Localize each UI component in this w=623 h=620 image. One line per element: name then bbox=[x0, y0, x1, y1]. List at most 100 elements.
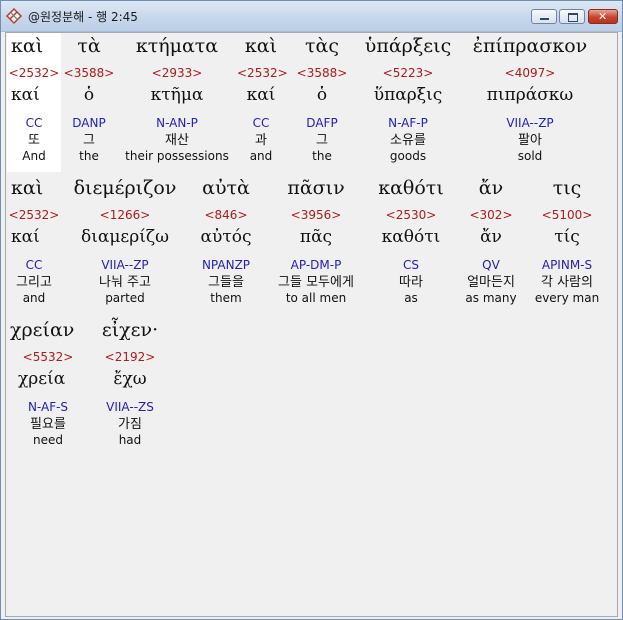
parse-view[interactable]: καὶ <2532> καί CC 또 And τὰ <3588> ὁ DANP… bbox=[5, 32, 618, 617]
strong-number[interactable]: <846> bbox=[188, 207, 264, 223]
korean-gloss: 얼마든지 bbox=[467, 275, 515, 290]
strong-number[interactable]: <2532> bbox=[6, 207, 62, 223]
parse-code: AP-DM-P bbox=[290, 258, 342, 272]
scripture-parse-app-icon[interactable] bbox=[5, 7, 23, 25]
english-gloss: the bbox=[312, 149, 332, 163]
lemma: καί bbox=[11, 85, 40, 105]
greek-word: καὶ bbox=[11, 35, 44, 57]
maximize-icon bbox=[568, 13, 578, 22]
korean-gloss: 과 bbox=[255, 133, 267, 148]
parse-code: CS bbox=[403, 258, 419, 272]
parse-code: CC bbox=[25, 258, 43, 272]
english-gloss: sold bbox=[517, 149, 543, 163]
parse-code: CC bbox=[25, 116, 43, 130]
greek-word: ἐπίπρασκον bbox=[472, 35, 588, 57]
korean-gloss: 팔아 bbox=[518, 133, 542, 148]
parse-code: DAFP bbox=[306, 116, 338, 130]
word-block[interactable]: ἄν <302> ἄν QV 얼마든지 as many bbox=[458, 175, 524, 306]
english-gloss: their possessions bbox=[125, 149, 229, 163]
lemma: τίς bbox=[554, 227, 580, 247]
greek-word: καθότι bbox=[378, 177, 444, 199]
english-gloss: and bbox=[22, 291, 46, 305]
strong-number[interactable]: <3588> bbox=[293, 65, 351, 81]
close-button[interactable]: ✕ bbox=[588, 9, 618, 24]
maximize-button[interactable] bbox=[559, 9, 585, 24]
parse-code: N-AN-P bbox=[156, 116, 198, 130]
english-gloss: to all men bbox=[285, 291, 347, 305]
word-block[interactable]: καὶ <2532> καί CC 과 and bbox=[237, 33, 288, 164]
english-gloss: and bbox=[249, 149, 273, 163]
greek-word: καὶ bbox=[11, 177, 44, 199]
strong-number[interactable]: <4097> bbox=[466, 65, 594, 81]
greek-word: τὰς bbox=[305, 35, 339, 57]
english-gloss: every man bbox=[534, 291, 600, 305]
word-block[interactable]: καὶ <2532> καί CC 또 And bbox=[6, 33, 62, 164]
lemma: ἔχω bbox=[113, 369, 147, 389]
word-block[interactable]: καθότι <2530> καθότι CS 따라 as bbox=[368, 175, 454, 306]
strong-number[interactable]: <5532> bbox=[6, 349, 90, 365]
close-icon: ✕ bbox=[598, 10, 608, 23]
korean-gloss: 그들 모두에게 bbox=[278, 275, 354, 290]
lemma: καί bbox=[246, 85, 276, 105]
english-gloss: as bbox=[404, 291, 418, 305]
korean-gloss: 소유를 bbox=[390, 133, 426, 148]
minimize-button[interactable] bbox=[531, 9, 557, 24]
greek-word: αὐτὰ bbox=[202, 177, 250, 199]
word-block[interactable]: πᾶσιν <3956> πᾶς AP-DM-P 그들 모두에게 to all … bbox=[264, 175, 368, 306]
greek-word: ὑπάρξεις bbox=[364, 35, 452, 57]
word-block[interactable]: καὶ <2532> καί CC 그리고 and bbox=[6, 175, 62, 306]
parse-code: DANP bbox=[72, 116, 106, 130]
strong-number[interactable]: <2532> bbox=[6, 65, 62, 81]
strong-number[interactable]: <1266> bbox=[66, 207, 184, 223]
lemma: πιπράσκω bbox=[486, 85, 574, 105]
strong-number[interactable]: <2530> bbox=[368, 207, 454, 223]
english-gloss: as many bbox=[465, 291, 517, 305]
word-block[interactable]: ἐπίπρασκον <4097> πιπράσκω VIIA--ZP 팔아 s… bbox=[466, 33, 594, 164]
greek-word: πᾶσιν bbox=[287, 177, 345, 199]
greek-word: διεμέριζον bbox=[73, 177, 177, 199]
lemma: ὁ bbox=[316, 85, 328, 105]
parse-code: CC bbox=[252, 116, 270, 130]
english-gloss: need bbox=[33, 433, 63, 447]
strong-number[interactable]: <2933> bbox=[121, 65, 233, 81]
parse-code: VIIA--ZS bbox=[106, 400, 154, 414]
greek-word: ἄν bbox=[478, 177, 504, 199]
greek-word: καὶ bbox=[244, 35, 278, 57]
korean-gloss: 가짐 bbox=[118, 417, 142, 432]
korean-gloss: 재산 bbox=[165, 133, 189, 148]
word-block[interactable]: διεμέριζον <1266> διαμερίζω VIIA--ZP 나눠 … bbox=[66, 175, 184, 306]
strong-number[interactable]: <5100> bbox=[530, 207, 604, 223]
korean-gloss: 그 bbox=[316, 133, 328, 148]
english-gloss: had bbox=[118, 433, 142, 447]
word-block[interactable]: τὰς <3588> ὁ DAFP 그 the bbox=[293, 33, 351, 164]
english-gloss: the bbox=[79, 149, 99, 163]
word-block[interactable]: χρείαν <5532> χρεία N-AF-S 필요를 need bbox=[6, 317, 90, 448]
korean-gloss: 그들을 bbox=[208, 275, 244, 290]
korean-gloss: 따라 bbox=[399, 275, 423, 290]
word-block[interactable]: αὐτὰ <846> αὐτός NPANZP 그들을 them bbox=[188, 175, 264, 306]
korean-gloss: 그 bbox=[83, 133, 95, 148]
word-block[interactable]: εἶχεν· <2192> ἔχω VIIA--ZS 가짐 had bbox=[92, 317, 168, 448]
parse-code: NPANZP bbox=[201, 258, 251, 272]
strong-number[interactable]: <2192> bbox=[92, 349, 168, 365]
parse-code: VIIA--ZP bbox=[506, 116, 554, 130]
word-block[interactable]: ὑπάρξεις <5223> ὕπαρξις N-AF-P 소유를 goods bbox=[354, 33, 462, 164]
korean-gloss: 필요를 bbox=[30, 417, 66, 432]
lemma: κτῆμα bbox=[150, 85, 204, 105]
korean-gloss: 그리고 bbox=[16, 275, 52, 290]
english-gloss: parted bbox=[105, 291, 145, 305]
lemma: αὐτός bbox=[200, 227, 252, 247]
window-title: @원정분해 - 행 2:45 bbox=[28, 10, 138, 24]
parse-code: QV bbox=[482, 258, 500, 272]
strong-number[interactable]: <3588> bbox=[62, 65, 116, 81]
strong-number[interactable]: <5223> bbox=[354, 65, 462, 81]
strong-number[interactable]: <3956> bbox=[264, 207, 368, 223]
word-block[interactable]: τις <5100> τίς APINM-S 각 사람의 every man bbox=[530, 175, 604, 306]
strong-number[interactable]: <302> bbox=[458, 207, 524, 223]
title-bar[interactable]: @원정분해 - 행 2:45 ✕ bbox=[1, 1, 622, 32]
word-block[interactable]: τὰ <3588> ὁ DANP 그 the bbox=[62, 33, 116, 164]
greek-word: τις bbox=[552, 177, 582, 199]
greek-word: κτήματα bbox=[135, 35, 219, 57]
word-block[interactable]: κτήματα <2933> κτῆμα N-AN-P 재산 their pos… bbox=[121, 33, 233, 164]
strong-number[interactable]: <2532> bbox=[237, 65, 288, 81]
